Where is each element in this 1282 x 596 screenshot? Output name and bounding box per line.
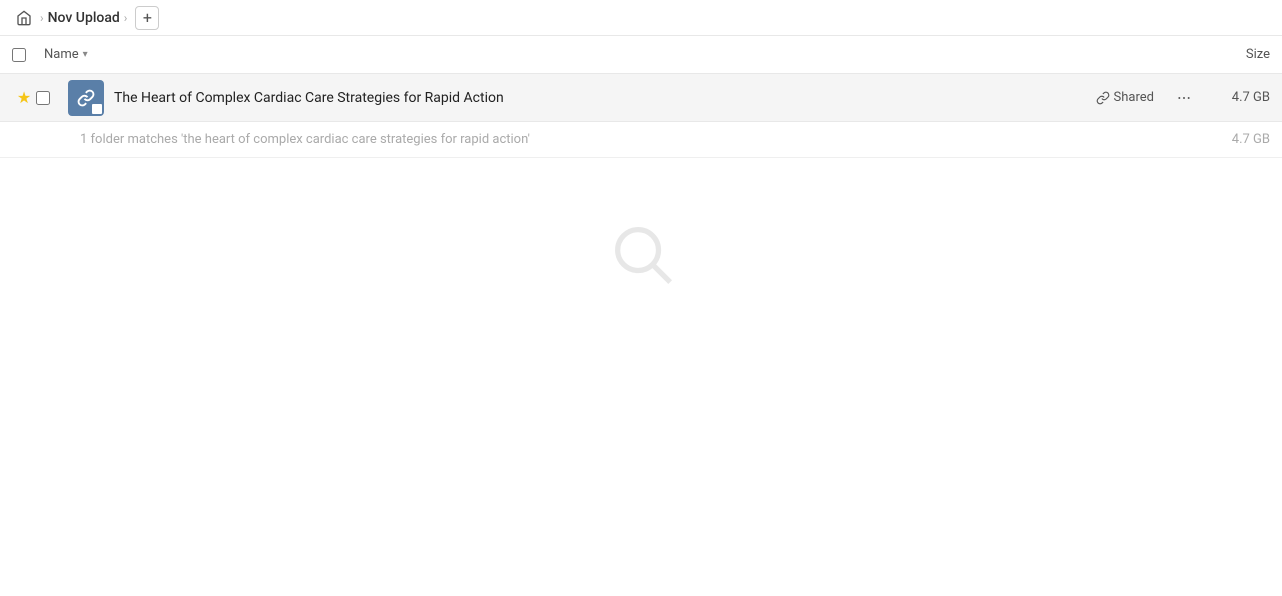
select-all-checkbox-wrapper[interactable] — [12, 48, 44, 62]
search-empty-icon — [606, 218, 676, 288]
more-icon — [1176, 90, 1192, 106]
file-icon-corner-decoration — [92, 104, 102, 114]
select-all-checkbox[interactable] — [12, 48, 26, 62]
name-column-label: Name — [44, 47, 79, 62]
file-name[interactable]: The Heart of Complex Cardiac Care Strate… — [114, 90, 1096, 106]
row-checkbox[interactable] — [36, 91, 50, 105]
file-row: ★ The Heart of Complex Cardiac Care Stra… — [0, 74, 1282, 122]
breadcrumb-bar: › Nov Upload › + — [0, 0, 1282, 36]
breadcrumb-chevron-1: › — [40, 11, 44, 25]
match-info-text: 1 folder matches 'the heart of complex c… — [80, 132, 1210, 147]
breadcrumb-separator: › — [124, 11, 128, 25]
more-options-button[interactable] — [1170, 84, 1198, 112]
column-headers: Name ▾ Size — [0, 36, 1282, 74]
shared-badge[interactable]: Shared — [1096, 90, 1154, 105]
size-column-header: Size — [1190, 47, 1270, 62]
file-size: 4.7 GB — [1210, 90, 1270, 105]
name-sort-icon: ▾ — [83, 49, 88, 60]
add-tab-button[interactable]: + — [135, 6, 159, 30]
star-button[interactable]: ★ — [12, 88, 36, 107]
match-info-row: 1 folder matches 'the heart of complex c… — [0, 122, 1282, 158]
empty-area — [0, 158, 1282, 288]
match-info-size: 4.7 GB — [1210, 132, 1270, 147]
file-icon — [68, 80, 104, 116]
home-button[interactable] — [12, 6, 36, 30]
shared-label: Shared — [1114, 90, 1154, 105]
row-checkbox-wrapper[interactable] — [36, 91, 68, 105]
link-shared-icon — [1096, 91, 1110, 105]
name-column-header[interactable]: Name ▾ — [44, 47, 1190, 62]
breadcrumb-folder[interactable]: Nov Upload — [48, 10, 120, 26]
